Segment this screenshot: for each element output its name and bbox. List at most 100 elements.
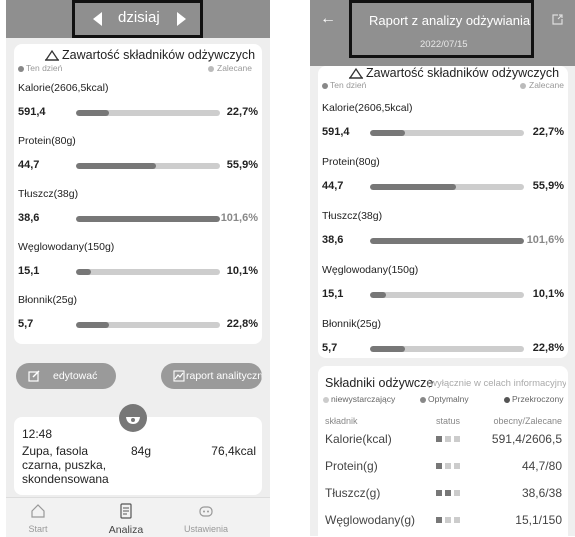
card-title: Zawartość składników odżywczych — [366, 66, 560, 80]
nutrient-progress-bar — [76, 163, 220, 169]
meal-bowl-icon — [119, 404, 147, 432]
analysis-report-button[interactable]: raport analityczny — [161, 363, 262, 389]
report-nutrient-card: Zawartość składników odżywczych Ten dzie… — [318, 66, 568, 358]
status-square — [454, 517, 460, 523]
nutrient-progress-bar — [370, 184, 524, 190]
col-header-status: status — [436, 416, 461, 426]
col-header-nutrient: składnik — [325, 416, 358, 426]
nav-item-analiza[interactable]: Analiza — [96, 498, 156, 537]
nav-item-ustawienia[interactable]: Ustawienia — [176, 498, 236, 537]
analysis-icon — [118, 503, 134, 519]
status-legend-label: niewystarczający — [331, 394, 396, 404]
card-title: Zawartość składników odżywczych — [62, 48, 256, 62]
meal-weight: 84g — [131, 444, 152, 458]
nutrient-value: 44,7 — [18, 159, 40, 171]
nutrient-progress-fill — [370, 184, 457, 190]
settings-icon — [198, 503, 214, 519]
nutrient-percent: 101,6% — [526, 234, 564, 246]
nutrient-label: Błonnik(25g) — [322, 318, 381, 330]
today-legend-dot — [18, 66, 24, 72]
nutrient-label: Protein(80g) — [322, 156, 380, 168]
chart-icon — [173, 370, 185, 382]
row-nutrient-name: Węglowodany(g) — [325, 513, 416, 527]
edit-icon — [28, 370, 40, 382]
nutrient-percent: 101,6% — [220, 212, 258, 224]
status-square — [454, 490, 460, 496]
status-square — [436, 436, 442, 442]
status-legend-dot — [420, 397, 426, 403]
nutrient-value: 5,7 — [322, 342, 338, 354]
nutrient-percent: 22,7% — [532, 126, 564, 138]
nutrient-value: 15,1 — [18, 265, 40, 277]
nutrient-value: 44,7 — [322, 180, 344, 192]
status-square — [436, 490, 442, 496]
nutrient-label: Tłuszcz(38g) — [322, 210, 383, 222]
edit-button[interactable]: edytować — [16, 363, 116, 389]
table-row: Protein(g) 44,7/80 — [318, 459, 568, 483]
share-icon[interactable] — [551, 13, 564, 26]
nutrient-percent: 55,9% — [226, 159, 258, 171]
recommended-legend-dot — [208, 66, 214, 72]
nav-label: Start — [28, 524, 48, 534]
status-square — [445, 436, 451, 442]
back-arrow-icon[interactable]: ← — [320, 10, 336, 28]
table-title: Składniki odżywcze — [325, 376, 434, 390]
nutrient-value: 591,4 — [322, 126, 350, 138]
nutrient-value: 38,6 — [18, 212, 40, 224]
scale-icon — [348, 67, 364, 79]
status-square — [436, 517, 442, 523]
nutrient-percent: 10,1% — [226, 265, 258, 277]
nutrient-progress-bar — [370, 346, 524, 352]
recommended-legend-dot — [520, 83, 526, 89]
nutrient-label: Kalorie(2606,5kcal) — [322, 102, 413, 114]
nutrient-percent: 55,9% — [532, 180, 564, 192]
nutrient-label: Tłuszcz(38g) — [18, 188, 79, 200]
nutrient-value: 38,6 — [322, 234, 344, 246]
date-label: dzisiaj — [118, 9, 160, 26]
prev-day-icon[interactable] — [93, 12, 102, 26]
status-square — [445, 463, 451, 469]
nutrient-progress-bar — [370, 292, 524, 298]
nutrient-percent: 22,8% — [226, 318, 258, 330]
status-square — [454, 463, 460, 469]
today-legend-dot — [322, 83, 328, 89]
nutrient-label: Błonnik(25g) — [18, 294, 77, 306]
nutrient-value: 5,7 — [18, 318, 34, 330]
status-square — [445, 517, 451, 523]
status-square — [436, 463, 442, 469]
nutrient-label: Węglowodany(150g) — [322, 264, 419, 276]
nutrient-label: Protein(80g) — [18, 135, 76, 147]
nutrient-progress-fill — [370, 292, 386, 298]
row-nutrient-name: Tłuszcz(g) — [325, 486, 381, 500]
nutrient-percent: 10,1% — [532, 288, 564, 300]
nutrient-progress-bar — [76, 216, 220, 222]
row-value: 591,4/2606,5 — [491, 432, 562, 446]
edit-button-label: edytować — [53, 370, 98, 382]
nutrient-progress-bar — [76, 110, 220, 116]
nav-item-start[interactable]: Start — [8, 498, 68, 537]
status-legend-dot — [504, 397, 510, 403]
nutrient-progress-fill — [370, 130, 405, 136]
today-legend-label: Ten dzień — [330, 80, 367, 90]
status-legend-label: Przekroczony — [512, 394, 564, 404]
scale-icon — [44, 49, 60, 61]
row-nutrient-name: Kalorie(kcal) — [325, 432, 392, 446]
right-screen: ← Raport z analizy odżywiania 2022/07/15… — [310, 0, 575, 536]
report-date: 2022/07/15 — [420, 39, 468, 50]
analysis-report-label: raport analityczny — [186, 370, 262, 382]
col-header-value: obecny/Zalecane — [493, 416, 562, 426]
meal-name: Zupa, fasola czarna, puszka, skondensowa… — [22, 444, 109, 486]
nutrient-progress-bar — [76, 269, 220, 275]
nutrient-percent: 22,7% — [226, 106, 258, 118]
status-square — [445, 490, 451, 496]
recommended-legend-label: Zalecane — [529, 80, 564, 90]
status-legend-label: Optymalny — [428, 394, 469, 404]
nutrient-label: Węglowodany(150g) — [18, 241, 115, 253]
table-subtitle: (wyłącznie w celach informacyjnych) — [427, 378, 566, 389]
nutrient-progress-fill — [76, 216, 220, 222]
nutrient-percent: 22,8% — [532, 342, 564, 354]
nutrient-value: 591,4 — [18, 106, 46, 118]
next-day-icon[interactable] — [177, 12, 186, 26]
nav-label: Ustawienia — [183, 524, 229, 534]
recommended-legend-label: Zalecane — [217, 63, 252, 73]
